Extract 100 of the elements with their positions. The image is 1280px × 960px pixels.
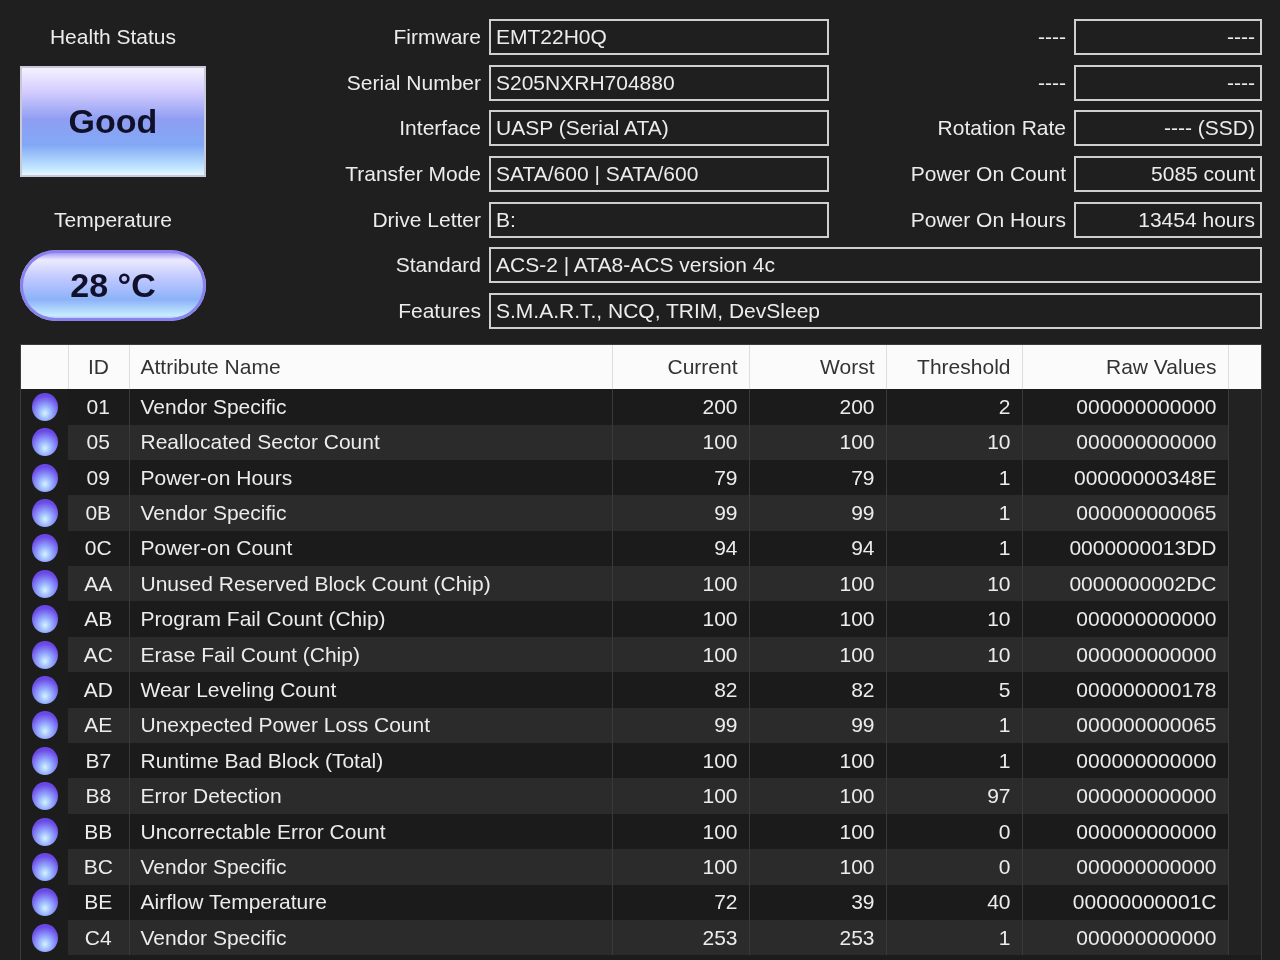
table-cell: 05 — [68, 424, 129, 460]
column-header[interactable]: Threshold — [886, 345, 1022, 390]
value-field: ACS-2 | ATA8-ACS version 4c — [489, 247, 1262, 284]
status-dot-icon — [31, 499, 58, 527]
status-dot-icon — [31, 605, 58, 634]
table-cell: 82 — [749, 672, 886, 708]
field-label: ---- — [1037, 69, 1066, 96]
table-cell: Vendor Specific — [129, 849, 612, 885]
table-cell: 100 — [612, 849, 749, 885]
table-cell: 0 — [886, 849, 1022, 885]
table-cell: 0B — [68, 495, 129, 531]
table-cell: 000000000065 — [1022, 495, 1228, 531]
value-field: ---- (SSD) — [1074, 110, 1262, 147]
table-cell: Reallocated Sector Count — [129, 424, 612, 460]
field-label: Serial Number — [345, 69, 481, 96]
table-cell: 1 — [886, 495, 1022, 531]
status-dot-icon — [31, 782, 58, 811]
status-dot-icon — [31, 888, 58, 917]
field-label: Drive Letter — [371, 206, 481, 233]
table-cell: 00000000001C — [1022, 884, 1228, 920]
table-cell: 000000000178 — [1022, 672, 1228, 708]
table-cell: 99 — [612, 495, 749, 531]
table-cell: 000000000000 — [1022, 389, 1228, 425]
table-cell: 253 — [612, 920, 749, 956]
table-cell: 72 — [612, 884, 749, 920]
value-field: SATA/600 | SATA/600 — [489, 156, 829, 193]
table-cell: BC — [68, 849, 129, 885]
health-status-button[interactable]: Good — [20, 66, 206, 177]
status-dot-icon — [31, 852, 58, 881]
status-dot-icon — [31, 392, 58, 421]
field-label: Firmware — [392, 24, 481, 50]
table-cell: 000000000000 — [1022, 424, 1228, 460]
table-cell: Airflow Temperature — [129, 884, 612, 920]
table-cell: 200 — [749, 389, 886, 425]
status-dot-icon — [31, 817, 58, 846]
table-cell: Wear Leveling Count — [129, 672, 612, 708]
field-label: Standard — [394, 252, 481, 279]
table-cell: 000000000000 — [1022, 920, 1228, 956]
table-cell: 5 — [886, 672, 1022, 708]
temperature-label: Temperature — [54, 207, 172, 233]
table-cell: Error Detection — [129, 778, 612, 814]
table-cell: AB — [68, 601, 129, 637]
table-cell: 100 — [612, 778, 749, 814]
value-field: B: — [489, 201, 829, 238]
value-field: S205NXRH704880 — [489, 64, 829, 101]
table-cell: 10 — [886, 601, 1022, 637]
table-cell: 1 — [886, 920, 1022, 956]
value-field: S.M.A.R.T., NCQ, TRIM, DevSleep — [489, 293, 1262, 330]
temperature-button[interactable]: 28 °C — [20, 250, 206, 321]
column-header[interactable]: Raw Values — [1022, 345, 1228, 390]
column-header[interactable]: Attribute Name — [129, 345, 612, 390]
status-dot-icon — [31, 463, 58, 492]
column-header[interactable]: Current — [612, 345, 749, 390]
status-dot-icon — [31, 675, 58, 704]
status-dot-icon — [31, 746, 58, 775]
table-cell: 01 — [68, 389, 129, 425]
table-cell: 000000000000 — [1022, 601, 1228, 637]
table-cell: Vendor Specific — [129, 495, 612, 531]
value-field: 5085 count — [1074, 156, 1262, 193]
table-cell: 2 — [886, 389, 1022, 425]
table-cell: Vendor Specific — [129, 389, 612, 425]
column-header[interactable]: ID — [68, 345, 129, 390]
status-dot-icon — [31, 428, 58, 457]
field-label: Power On Count — [909, 161, 1066, 188]
table-cell: Vendor Specific — [129, 920, 612, 956]
value-field: UASP (Serial ATA) — [489, 110, 829, 147]
status-dot-icon — [31, 534, 58, 563]
table-cell: 000000000000 — [1022, 778, 1228, 814]
column-header[interactable]: Worst — [749, 345, 886, 390]
table-cell: 200 — [612, 389, 749, 425]
table-cell: 99 — [749, 495, 886, 531]
table-cell: 82 — [612, 672, 749, 708]
table-cell: C4 — [68, 920, 129, 956]
table-cell: AD — [68, 672, 129, 708]
table-cell: 000000000000 — [1022, 849, 1228, 885]
table-cell: Program Fail Count (Chip) — [129, 601, 612, 637]
table-cell: 39 — [749, 884, 886, 920]
table-cell: 100 — [612, 424, 749, 460]
health-status-label: Health Status — [49, 24, 177, 50]
table-cell: 40 — [886, 884, 1022, 920]
table-cell: 97 — [886, 778, 1022, 814]
table-cell: 100 — [749, 424, 886, 460]
status-dot-icon — [31, 569, 58, 598]
value-field: 13454 hours — [1074, 201, 1262, 238]
field-label: Power On Hours — [909, 206, 1066, 233]
field-label: Interface — [398, 115, 481, 142]
value-field: ---- — [1074, 64, 1262, 101]
status-dot-icon — [31, 711, 58, 740]
table-cell: 100 — [749, 849, 886, 885]
table-cell: 100 — [612, 601, 749, 637]
value-field: ---- — [1074, 19, 1262, 55]
table-cell: 10 — [886, 424, 1022, 460]
table-cell: 100 — [749, 778, 886, 814]
field-label: Features — [397, 298, 481, 325]
value-field: EMT22H0Q — [489, 19, 829, 55]
field-label: Transfer Mode — [344, 161, 481, 188]
table-cell: B8 — [68, 778, 129, 814]
table-cell: 100 — [749, 601, 886, 637]
status-dot-icon — [31, 640, 58, 669]
field-label: Rotation Rate — [936, 115, 1066, 142]
